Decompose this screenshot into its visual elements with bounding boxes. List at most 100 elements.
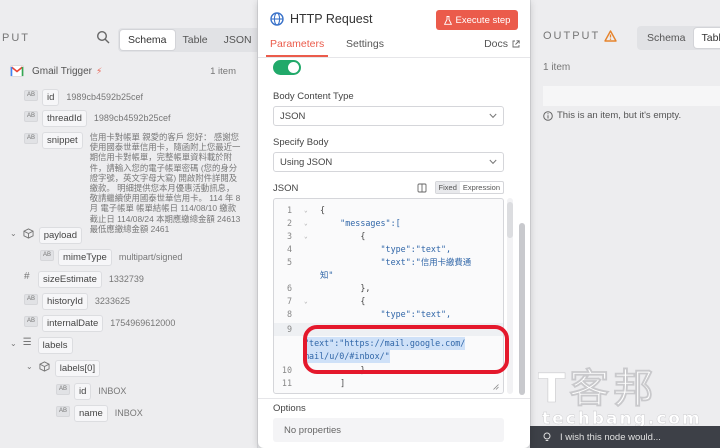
tab-parameters[interactable]: Parameters: [270, 38, 324, 50]
options-label: Options: [273, 403, 306, 414]
specify-body-select[interactable]: Using JSON: [273, 152, 504, 172]
line-number: 8: [286, 309, 292, 319]
field-name[interactable]: id: [42, 89, 60, 106]
field-id[interactable]: AB id 1989cb4592b25cef: [24, 89, 143, 106]
list-icon: ☰: [22, 337, 32, 348]
tab-settings[interactable]: Settings: [346, 38, 384, 50]
string-type-badge: AB: [24, 294, 39, 305]
line-number: 2: [286, 218, 292, 228]
code-text: {: [320, 296, 366, 306]
object-icon: [23, 228, 34, 239]
fold-chevron-icon[interactable]: ⌄: [304, 204, 308, 217]
field-label-id[interactable]: AB id INBOX: [56, 383, 126, 400]
fold-chevron-icon[interactable]: ⌄: [304, 217, 308, 230]
string-type-badge: AB: [24, 90, 39, 101]
json-label: JSON: [273, 183, 299, 194]
code-text: },: [320, 283, 371, 293]
code-text: {: [320, 205, 326, 215]
feedback-text: I wish this node would...: [560, 431, 661, 443]
field-name[interactable]: sizeEstimate: [38, 271, 102, 288]
field-labels-0[interactable]: ⌄ labels[0]: [26, 360, 107, 377]
chevron-down-icon: [489, 113, 497, 119]
chevron-down-icon: [489, 159, 497, 165]
string-type-badge: AB: [24, 111, 39, 122]
field-name[interactable]: labels[0]: [54, 360, 101, 377]
search-icon[interactable]: [96, 30, 110, 44]
line-number: 7: [286, 296, 292, 306]
techbang-watermark: T客邦 techbang.com: [538, 366, 700, 430]
field-name[interactable]: historyId: [42, 293, 88, 310]
input-tab-json[interactable]: JSON: [216, 30, 257, 50]
code-text: ]: [320, 378, 346, 388]
field-labels[interactable]: ⌄ ☰ labels: [10, 337, 80, 354]
field-name[interactable]: id: [74, 383, 92, 400]
send-body-toggle[interactable]: [273, 60, 301, 75]
field-payload[interactable]: ⌄ payload: [10, 227, 89, 244]
input-view-switcher: Schema Table JSON: [118, 28, 257, 52]
chevron-down-icon[interactable]: ⌄: [10, 229, 17, 238]
chevron-down-icon[interactable]: ⌄: [26, 362, 33, 371]
field-threadid[interactable]: AB threadId 1989cb4592b25cef: [24, 110, 170, 127]
fixed-expression-toggle: Fixed Expression: [434, 181, 504, 194]
expand-icon[interactable]: [417, 183, 427, 193]
code-line: 6 },: [274, 282, 503, 295]
field-name[interactable]: labels: [37, 337, 73, 354]
fold-chevron-icon[interactable]: ⌄: [304, 230, 308, 243]
node-header: HTTP Request Execute step Parameters Set…: [258, 0, 530, 58]
field-sizeestimate[interactable]: # sizeEstimate 1332739: [24, 271, 144, 288]
body-content-type-select[interactable]: JSON: [273, 106, 504, 126]
execute-step-button[interactable]: Execute step: [436, 10, 518, 30]
globe-icon: [270, 12, 284, 26]
body-content-type-label: Body Content Type: [273, 91, 354, 102]
output-table-header: [543, 86, 720, 106]
output-tab-table[interactable]: Table: [693, 28, 720, 48]
no-properties-box: No properties: [273, 418, 504, 442]
field-mimetype[interactable]: AB mimeType multipart/signed: [40, 249, 182, 266]
mode-expression[interactable]: Expression: [460, 182, 503, 193]
field-internaldate[interactable]: AB internalDate 1754969612000: [24, 315, 175, 332]
input-panel-header: PUT Schema Table JSON: [0, 0, 257, 56]
input-tab-schema[interactable]: Schema: [120, 30, 175, 50]
line-number: 4: [286, 244, 292, 254]
code-line: 知": [274, 269, 503, 282]
output-title-text: OUTPUT: [543, 30, 601, 42]
fold-chevron-icon[interactable]: ⌄: [304, 295, 308, 308]
input-tab-table[interactable]: Table: [175, 30, 216, 50]
field-name[interactable]: internalDate: [42, 315, 104, 332]
field-value: 1332739: [108, 274, 144, 284]
code-line: 4 "type":"text",: [274, 243, 503, 256]
watermark-logo: T客邦: [538, 366, 657, 412]
empty-item-text: This is an item, but it's empty.: [557, 110, 682, 121]
field-name[interactable]: mimeType: [58, 249, 112, 266]
code-text: {: [320, 231, 366, 241]
field-name[interactable]: snippet: [42, 132, 83, 149]
input-panel: PUT Schema Table JSON Gmail Trigger ⚡ 1 …: [0, 0, 258, 448]
docs-link[interactable]: Docs: [484, 38, 520, 50]
field-value: INBOX: [114, 408, 143, 418]
json-mode-tools: Fixed Expression: [417, 181, 504, 194]
mode-fixed[interactable]: Fixed: [435, 182, 460, 193]
chevron-down-icon[interactable]: ⌄: [10, 339, 17, 348]
output-tab-schema[interactable]: Schema: [639, 28, 694, 48]
empty-item-notice: This is an item, but it's empty.: [543, 110, 681, 121]
field-label-name[interactable]: AB name INBOX: [56, 405, 143, 422]
warning-icon: [604, 30, 617, 42]
string-type-badge: AB: [56, 384, 71, 395]
field-snippet[interactable]: AB snippet 信用卡對帳單 親愛的客戶 您好： 感謝您使用國泰世華信用卡…: [24, 132, 242, 234]
trigger-node-row[interactable]: Gmail Trigger ⚡ 1 item: [10, 64, 240, 78]
field-historyid[interactable]: AB historyId 3233625: [24, 293, 130, 310]
line-number: 9: [286, 324, 292, 334]
field-value: 3233625: [94, 296, 130, 306]
field-name[interactable]: name: [74, 405, 108, 422]
field-name[interactable]: payload: [38, 227, 82, 244]
code-line: 1 ⌄ {: [274, 204, 503, 217]
info-icon: [543, 110, 553, 121]
resize-handle-icon[interactable]: [493, 384, 499, 390]
number-type-icon: #: [24, 271, 30, 282]
line-number: 10: [281, 365, 292, 375]
feedback-bar[interactable]: I wish this node would...: [530, 426, 720, 448]
field-name[interactable]: threadId: [42, 110, 87, 127]
panel-scrollbar[interactable]: [518, 58, 526, 398]
gmail-icon: [10, 65, 24, 77]
line-number: 1: [286, 205, 292, 215]
